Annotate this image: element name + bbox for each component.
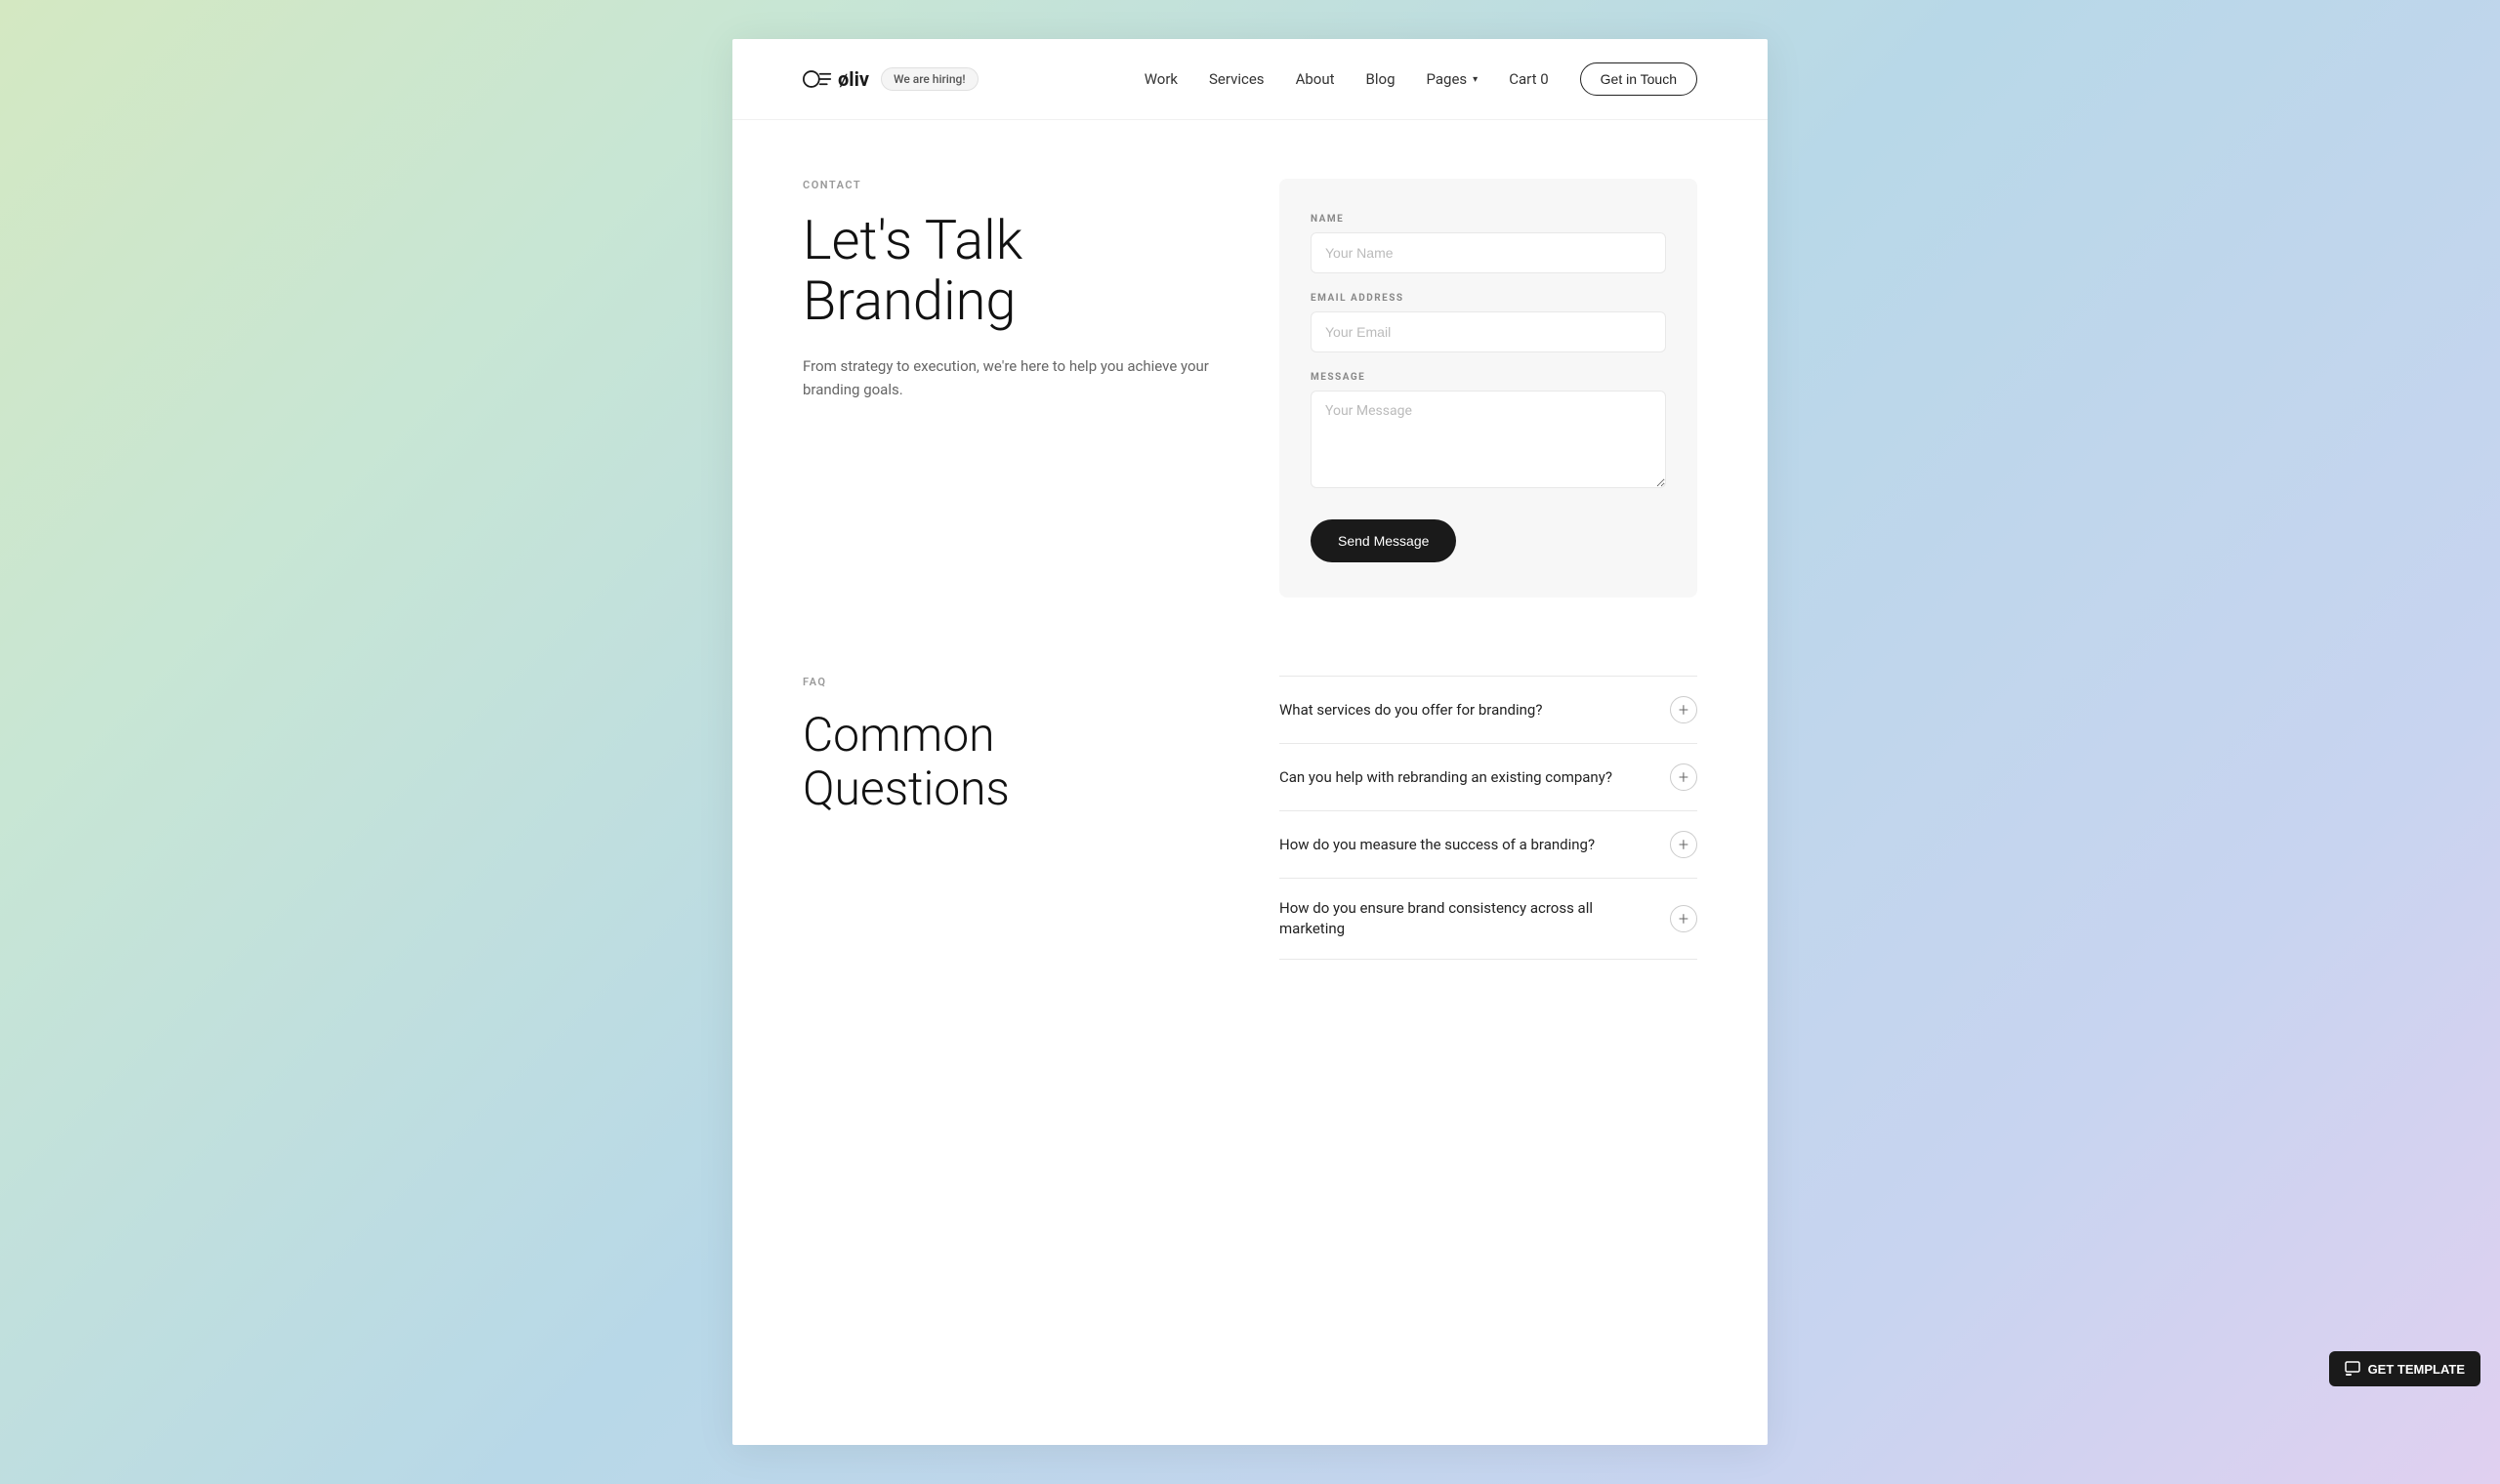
name-input[interactable] <box>1311 232 1666 273</box>
faq-item[interactable]: How do you ensure brand consistency acro… <box>1279 879 1697 960</box>
faq-heading-line1: Common <box>803 707 995 763</box>
nav-left: øliv We are hiring! <box>803 67 979 91</box>
main-content: CONTACT Let's Talk Branding From strateg… <box>732 120 1768 1038</box>
message-label: MESSAGE <box>1311 372 1666 383</box>
name-label: NAME <box>1311 214 1666 225</box>
navbar: øliv We are hiring! Work Services About … <box>732 39 1768 120</box>
contact-heading-line1: Let's Talk <box>803 208 1022 272</box>
faq-expand-icon-2: + <box>1670 763 1697 791</box>
nav-pages-label: Pages <box>1427 70 1468 88</box>
nav-cart[interactable]: Cart 0 <box>1509 70 1548 88</box>
faq-expand-icon-3: + <box>1670 831 1697 858</box>
faq-question-3: How do you measure the success of a bran… <box>1279 835 1595 855</box>
nav-link-about[interactable]: About <box>1296 70 1335 88</box>
hiring-badge[interactable]: We are hiring! <box>881 67 979 91</box>
nav-pages-dropdown[interactable]: Pages ▾ <box>1427 70 1479 88</box>
faq-item[interactable]: Can you help with rebranding an existing… <box>1279 744 1697 811</box>
faq-section: FAQ Common Questions What services do yo… <box>803 676 1697 960</box>
message-input[interactable] <box>1311 391 1666 488</box>
email-input[interactable] <box>1311 311 1666 352</box>
get-in-touch-button[interactable]: Get in Touch <box>1580 62 1697 96</box>
email-field-group: EMAIL ADDRESS <box>1311 293 1666 352</box>
faq-expand-icon-1: + <box>1670 696 1697 723</box>
nav-link-work[interactable]: Work <box>1145 70 1178 88</box>
get-template-label: GET TEMPLATE <box>2368 1362 2465 1377</box>
faq-label: FAQ <box>803 676 1221 688</box>
name-field-group: NAME <box>1311 214 1666 273</box>
message-field-group: MESSAGE <box>1311 372 1666 492</box>
nav-right: Work Services About Blog Pages ▾ Cart 0 … <box>1145 62 1697 96</box>
contact-form-card: NAME EMAIL ADDRESS MESSAGE Send Message <box>1279 179 1697 598</box>
faq-item[interactable]: What services do you offer for branding?… <box>1279 676 1697 744</box>
contact-label: CONTACT <box>803 179 1221 191</box>
faq-expand-icon-4: + <box>1670 905 1697 932</box>
faq-question-2: Can you help with rebranding an existing… <box>1279 767 1612 788</box>
faq-item[interactable]: How do you measure the success of a bran… <box>1279 811 1697 879</box>
email-label: EMAIL ADDRESS <box>1311 293 1666 304</box>
contact-description: From strategy to execution, we're here t… <box>803 354 1221 401</box>
faq-question-1: What services do you offer for branding? <box>1279 700 1542 721</box>
logo-text: øliv <box>838 67 869 91</box>
get-template-button[interactable]: GET TEMPLATE <box>2329 1351 2480 1386</box>
contact-heading: Let's Talk Branding <box>803 211 1221 331</box>
contact-section: CONTACT Let's Talk Branding From strateg… <box>803 179 1697 598</box>
logo-icon <box>803 69 832 89</box>
contact-left: CONTACT Let's Talk Branding From strateg… <box>803 179 1221 401</box>
faq-left: FAQ Common Questions <box>803 676 1221 815</box>
faq-heading-line2: Questions <box>803 761 1010 816</box>
logo[interactable]: øliv <box>803 67 869 91</box>
faq-heading: Common Questions <box>803 708 1221 815</box>
faq-items: What services do you offer for branding?… <box>1279 676 1697 960</box>
contact-heading-line2: Branding <box>803 268 1017 333</box>
faq-question-4: How do you ensure brand consistency acro… <box>1279 898 1654 939</box>
template-icon <box>2345 1361 2360 1377</box>
send-message-button[interactable]: Send Message <box>1311 519 1456 562</box>
chevron-down-icon: ▾ <box>1473 74 1478 85</box>
nav-link-services[interactable]: Services <box>1209 70 1265 88</box>
nav-link-blog[interactable]: Blog <box>1366 70 1396 88</box>
